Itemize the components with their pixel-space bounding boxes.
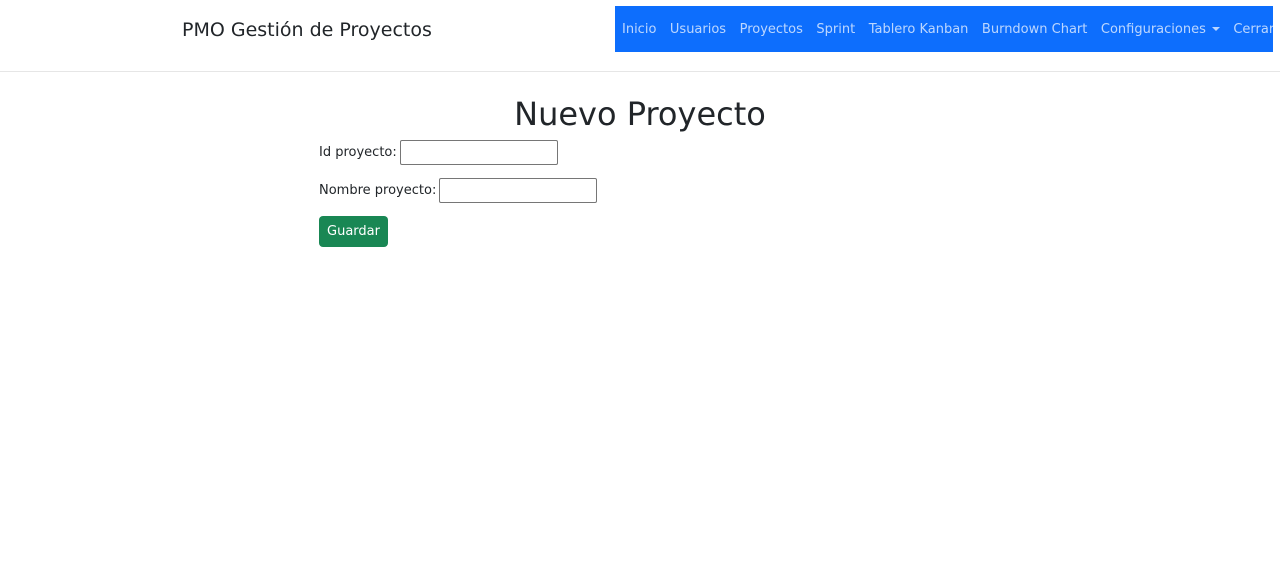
nav-inicio[interactable]: Inicio [622,22,656,37]
id-proyecto-label: Id proyecto: [319,145,397,160]
nav-cerrar-sesion[interactable]: Cerrar Sesion [1233,22,1280,37]
brand-title[interactable]: PMO Gestión de Proyectos [182,17,432,43]
nav-tablero-kanban[interactable]: Tablero Kanban [869,22,969,37]
nav-usuarios[interactable]: Usuarios [670,22,726,37]
nav-menu: Inicio Usuarios Proyectos Sprint Tablero… [615,6,1280,52]
nav-configuraciones-label: Configuraciones [1100,21,1206,37]
nav-configuraciones-dropdown[interactable]: Configuraciones [1101,22,1220,37]
nav-proyectos[interactable]: Proyectos [740,22,803,37]
nombre-proyecto-input[interactable] [439,178,598,203]
top-navbar: PMO Gestión de Proyectos Inicio Usuarios… [0,0,1280,72]
nav-burndown-chart[interactable]: Burndown Chart [982,22,1087,37]
save-button[interactable]: Guardar [319,216,388,247]
page-title: Nuevo Proyecto [514,95,766,133]
caret-down-icon [1211,27,1220,31]
id-proyecto-row: Id proyecto: [319,140,558,165]
nav-sprint[interactable]: Sprint [816,22,855,37]
nombre-proyecto-label: Nombre proyecto: [319,183,437,198]
id-proyecto-input[interactable] [399,140,558,165]
nombre-proyecto-row: Nombre proyecto: [319,178,598,203]
